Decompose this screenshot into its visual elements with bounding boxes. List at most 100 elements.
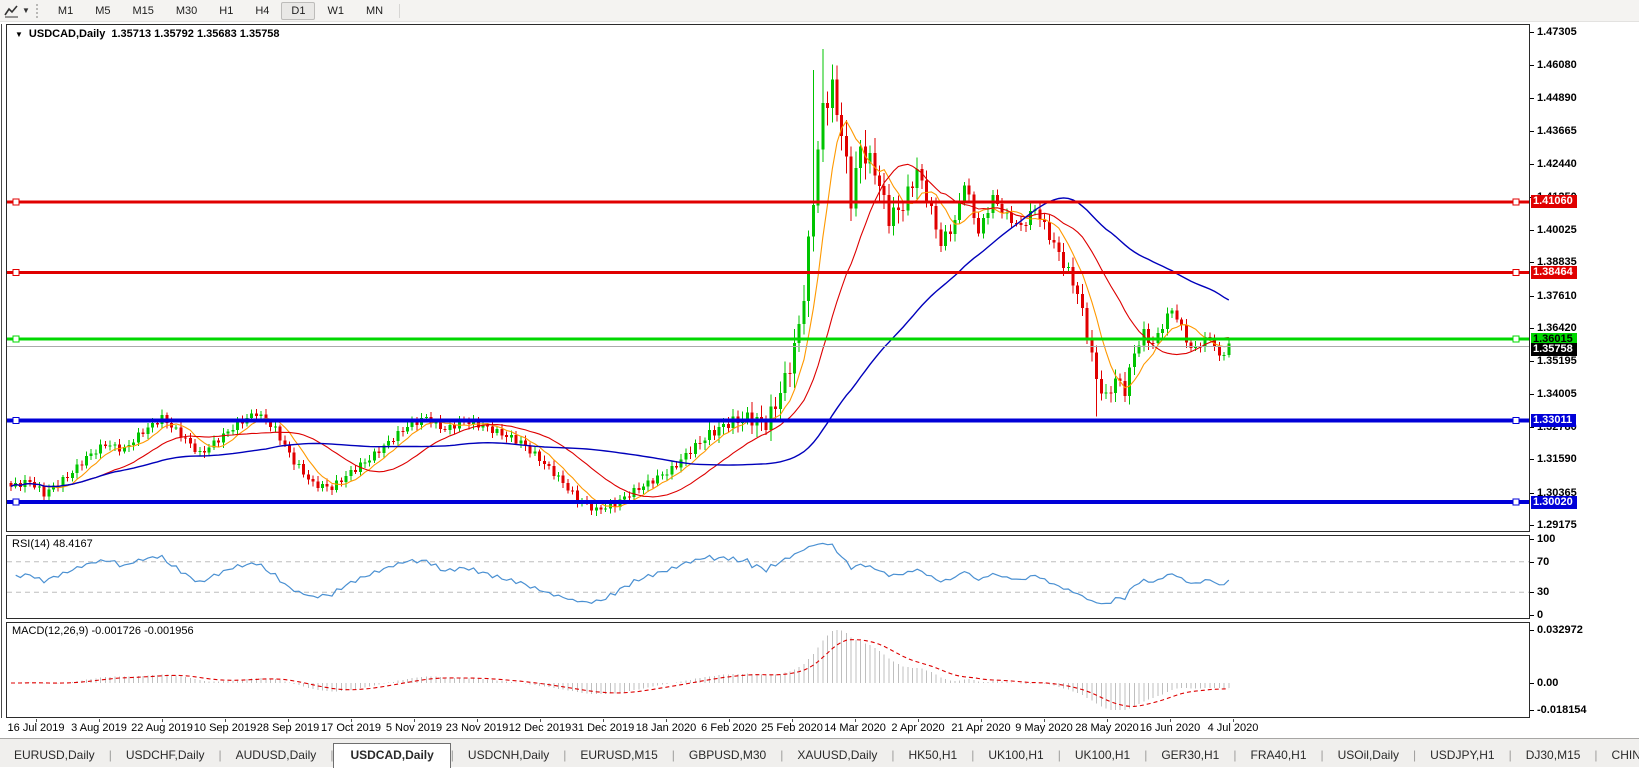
ohlc-values: 1.35713 1.35792 1.35683 1.35758	[111, 28, 279, 40]
price-tick: 1.35195	[1530, 355, 1577, 367]
hline-handle[interactable]	[1513, 499, 1519, 505]
hline-1.36015[interactable]	[7, 338, 1529, 341]
rsi-panel: RSI(14) 48.4167	[6, 535, 1530, 619]
hline-price-label: 1.30020	[1531, 496, 1577, 509]
chart-tools-icon[interactable]	[2, 2, 22, 19]
rsi-value: 48.4167	[53, 538, 93, 550]
timeframe-button-m5[interactable]: M5	[85, 2, 120, 20]
macd-axis-label: 0.00	[1530, 677, 1558, 689]
timeframe-toolbar: ▼ M1M5M15M30H1H4D1W1MN	[0, 0, 1639, 22]
price-tick: 1.43665	[1530, 125, 1577, 137]
rsi-axis-label: 100	[1530, 533, 1555, 545]
rsi-axis-label: 30	[1530, 586, 1549, 598]
hline-price-label: 1.38464	[1531, 266, 1577, 279]
price-tick: 1.42440	[1530, 158, 1577, 170]
time-axis[interactable]: 16 Jul 2019 3 Aug 2019 22 Aug 201910 Sep 2…	[6, 719, 1530, 738]
timeframe-button-d1[interactable]: D1	[281, 2, 315, 20]
price-tick: 1.40025	[1530, 224, 1577, 236]
price-tick: 1.46080	[1530, 59, 1577, 71]
timeframe-button-m15[interactable]: M15	[122, 2, 163, 20]
time-label: 6 Feb 2020	[701, 722, 757, 734]
hline-handle[interactable]	[13, 418, 19, 424]
macd-values: -0.001726 -0.001956	[91, 625, 193, 637]
time-label: 22 Aug 2019	[131, 722, 193, 734]
hline-handle[interactable]	[13, 269, 19, 275]
price-chart-panel: ▼ USDCAD,Daily 1.35713 1.35792 1.35683 1…	[6, 24, 1530, 532]
tab-eurusd-m15[interactable]: EURUSD,M15	[566, 744, 671, 767]
price-tick: 1.31590	[1530, 453, 1577, 465]
tab-xauusd-daily[interactable]: XAUUSD,Daily	[783, 744, 891, 767]
timeframe-button-h1[interactable]: H1	[209, 2, 243, 20]
chart-dropdown-icon[interactable]: ▼	[15, 30, 23, 39]
tab-usdcad-daily[interactable]: USDCAD,Daily	[333, 743, 450, 768]
hline-price-label: 1.41060	[1531, 195, 1577, 208]
macd-panel: MACD(12,26,9) -0.001726 -0.001956	[6, 622, 1530, 718]
tab-fra40-h1[interactable]: FRA40,H1	[1236, 744, 1320, 767]
macd-axis-label: -0.018154	[1530, 704, 1587, 716]
toolbar-grip[interactable]	[36, 4, 41, 18]
tab-gbpusd-m30[interactable]: GBPUSD,M30	[675, 744, 780, 767]
time-label: 16 Jul 2019	[8, 722, 65, 734]
time-label: 18 Jan 2020	[636, 722, 697, 734]
tab-hk50-h1[interactable]: HK50,H1	[895, 744, 972, 767]
macd-label: MACD(12,26,9) -0.001726 -0.001956	[12, 625, 194, 637]
rsi-label: RSI(14) 48.4167	[12, 538, 93, 550]
tab-usdjpy-h1[interactable]: USDJPY,H1	[1416, 744, 1508, 767]
hline-handle[interactable]	[13, 499, 19, 505]
timeframe-button-m1[interactable]: M1	[48, 2, 83, 20]
hline-handle[interactable]	[1513, 336, 1519, 342]
time-label: 10 Sep 2019	[194, 722, 256, 734]
time-label: 16 Jun 2020	[1140, 722, 1201, 734]
toolbar-separator	[399, 4, 400, 18]
tab-ger30-h1[interactable]: GER30,H1	[1147, 744, 1233, 767]
current-price-label: 1.35758	[1531, 343, 1577, 356]
tab-audusd-daily[interactable]: AUDUSD,Daily	[222, 744, 331, 767]
tab-uk100-h1[interactable]: UK100,H1	[1061, 744, 1144, 767]
time-label: 25 Feb 2020	[761, 722, 823, 734]
time-label: 21 Apr 2020	[951, 722, 1010, 734]
tab-uk100-h1[interactable]: UK100,H1	[974, 744, 1057, 767]
time-label: 23 Nov 2019	[446, 722, 508, 734]
timeframe-button-w1[interactable]: W1	[317, 2, 354, 20]
hline-handle[interactable]	[13, 199, 19, 205]
price-tick: 1.47305	[1530, 26, 1577, 38]
hline-handle[interactable]	[1513, 199, 1519, 205]
hline-1.41060[interactable]	[7, 200, 1529, 203]
hline-price-label: 1.33011	[1531, 414, 1576, 427]
price-axis[interactable]: 1.473051.460801.448901.436651.424401.412…	[1530, 24, 1639, 718]
time-label: 12 Dec 2019	[509, 722, 571, 734]
chart-tab-bar: EURUSD,Daily|USDCHF,Daily|AUDUSD,Daily|U…	[0, 738, 1639, 767]
window-left-edge	[1, 24, 2, 718]
tab-china300-h4[interactable]: CHINA300,H4	[1598, 744, 1639, 767]
macd-canvas[interactable]	[7, 623, 1529, 717]
price-chart-canvas[interactable]	[7, 25, 1529, 531]
price-tick: 1.29175	[1530, 519, 1577, 531]
tab-usoil-daily[interactable]: USOil,Daily	[1324, 744, 1413, 767]
tab-usdcnh-daily[interactable]: USDCNH,Daily	[454, 744, 563, 767]
macd-axis-label: 0.032972	[1530, 624, 1583, 636]
price-tick: 1.44890	[1530, 92, 1577, 104]
timeframe-button-m30[interactable]: M30	[166, 2, 207, 20]
rsi-axis-label: 70	[1530, 556, 1549, 568]
hline-1.30020[interactable]	[7, 500, 1529, 504]
time-label: 3 Aug 2019	[71, 722, 127, 734]
time-label: 28 May 2020	[1075, 722, 1139, 734]
rsi-canvas[interactable]	[7, 536, 1529, 618]
hline-handle[interactable]	[13, 336, 19, 342]
time-label: 9 May 2020	[1015, 722, 1072, 734]
timeframe-buttons: M1M5M15M30H1H4D1W1MN	[47, 2, 394, 20]
tab-dj30-m15[interactable]: DJ30,M15	[1512, 744, 1595, 767]
tab-eurusd-daily[interactable]: EURUSD,Daily	[0, 744, 109, 767]
hline-1.33011[interactable]	[7, 419, 1529, 423]
chart-title: ▼ USDCAD,Daily 1.35713 1.35792 1.35683 1…	[15, 28, 280, 40]
hline-handle[interactable]	[1513, 269, 1519, 275]
dropdown-caret-icon[interactable]: ▼	[22, 6, 30, 15]
price-tick: 1.37610	[1530, 290, 1577, 302]
time-label: 31 Dec 2019	[572, 722, 634, 734]
timeframe-button-mn[interactable]: MN	[356, 2, 393, 20]
time-label: 5 Nov 2019	[386, 722, 442, 734]
hline-handle[interactable]	[1513, 418, 1519, 424]
timeframe-button-h4[interactable]: H4	[245, 2, 279, 20]
hline-1.38464[interactable]	[7, 271, 1529, 274]
tab-usdchf-daily[interactable]: USDCHF,Daily	[112, 744, 219, 767]
